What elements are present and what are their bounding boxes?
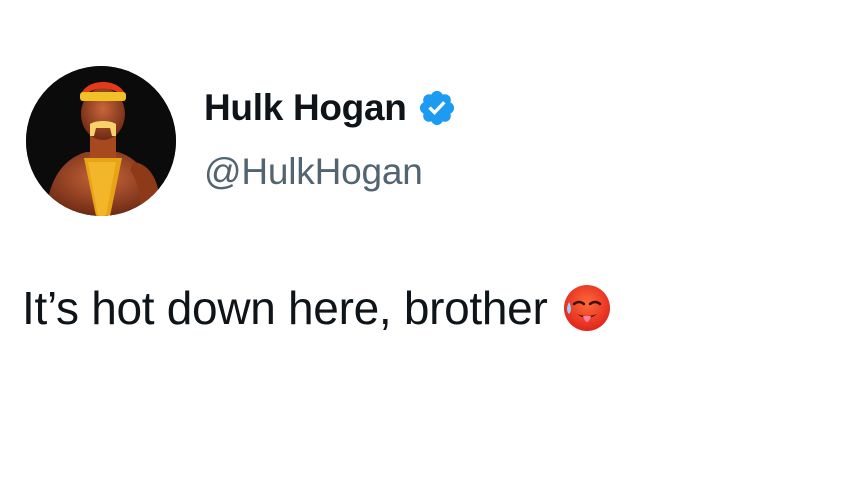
hot-face-emoji-icon — [561, 282, 613, 334]
tweet-text: It’s hot down here, brother — [22, 280, 613, 336]
avatar-photo — [26, 66, 176, 216]
author-handle[interactable]: @HulkHogan — [204, 150, 423, 194]
tweet-body: It’s hot down here, brother — [22, 282, 548, 334]
avatar[interactable] — [26, 66, 176, 216]
author-display-name[interactable]: Hulk Hogan — [204, 86, 407, 130]
verified-badge-icon — [417, 88, 457, 128]
tweet-card[interactable]: Hulk Hogan @HulkHogan It’s hot down here… — [0, 0, 853, 486]
author-name-row: Hulk Hogan — [204, 86, 457, 130]
